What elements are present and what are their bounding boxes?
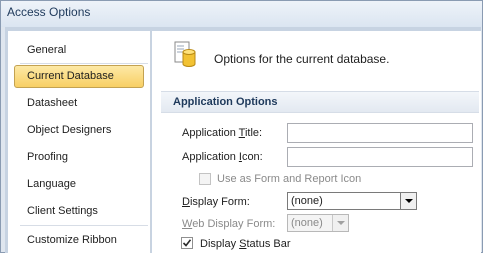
application-title-input[interactable] bbox=[287, 123, 473, 143]
label-text: Application bbox=[182, 151, 239, 163]
sidebar-item-customize-ribbon[interactable]: Customize Ribbon bbox=[14, 229, 144, 252]
sidebar-divider bbox=[20, 225, 148, 226]
window-title: Access Options bbox=[7, 5, 91, 19]
dropdown-button[interactable] bbox=[332, 215, 348, 231]
page-title: Options for the current database. bbox=[214, 52, 390, 66]
chevron-down-icon bbox=[337, 221, 345, 225]
sidebar-divider bbox=[20, 63, 148, 64]
sidebar-item-datasheet[interactable]: Datasheet bbox=[14, 92, 144, 115]
display-form-value: (none) bbox=[291, 195, 323, 207]
options-sidebar: General Current Database Datasheet Objec… bbox=[8, 31, 151, 253]
sidebar-item-object-designers[interactable]: Object Designers bbox=[14, 119, 144, 142]
form-report-icon-checkbox[interactable] bbox=[199, 173, 211, 185]
label-text: con: bbox=[241, 151, 263, 163]
display-status-bar-checkbox[interactable] bbox=[181, 237, 193, 249]
web-display-form-value: (none) bbox=[291, 217, 323, 229]
sidebar-item-general[interactable]: General bbox=[14, 39, 144, 62]
section-title: Application Options bbox=[173, 96, 278, 108]
application-title-label: Application Title: bbox=[182, 127, 262, 139]
form-report-icon-label: Use as Form and Report Icon bbox=[217, 173, 362, 185]
label-text: Display bbox=[200, 238, 240, 250]
display-form-select[interactable]: (none) bbox=[287, 192, 417, 210]
label-text: tatus Bar bbox=[246, 238, 291, 250]
options-content: Options for the current database. Applic… bbox=[152, 31, 481, 253]
section-header: Application Options bbox=[161, 91, 479, 113]
access-key: W bbox=[182, 218, 193, 230]
display-status-bar-label: Display Status Bar bbox=[200, 238, 291, 250]
title-bar[interactable]: Access Options bbox=[1, 1, 482, 27]
label-text: Application bbox=[182, 127, 239, 139]
sidebar-item-language[interactable]: Language bbox=[14, 173, 144, 196]
checkmark-icon bbox=[182, 239, 192, 247]
web-display-form-label: Web Display Form: bbox=[182, 218, 275, 230]
sidebar-item-proofing[interactable]: Proofing bbox=[14, 146, 144, 169]
label-text: eb Display Form: bbox=[192, 218, 276, 230]
chevron-down-icon bbox=[405, 199, 413, 203]
dropdown-button[interactable] bbox=[400, 193, 416, 209]
label-text: isplay Form: bbox=[189, 196, 250, 208]
display-form-label: Display Form: bbox=[182, 196, 250, 208]
web-display-form-select[interactable]: (none) bbox=[287, 214, 349, 232]
application-icon-label: Application Icon: bbox=[182, 151, 263, 163]
label-text: itle: bbox=[244, 127, 263, 139]
sidebar-item-client-settings[interactable]: Client Settings bbox=[14, 200, 144, 223]
sidebar-item-current-database[interactable]: Current Database bbox=[14, 65, 144, 88]
database-icon bbox=[174, 41, 196, 67]
application-icon-input[interactable] bbox=[287, 147, 473, 167]
access-key: D bbox=[182, 196, 190, 208]
